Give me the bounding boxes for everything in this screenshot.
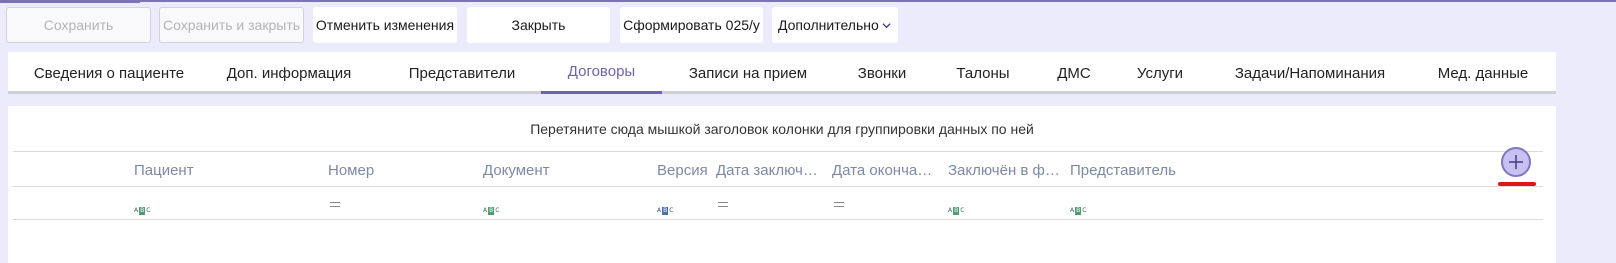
column-header-number[interactable]: Номер <box>328 154 478 186</box>
plus-icon <box>1509 155 1523 169</box>
filter-abc-icon[interactable]: ABC <box>948 199 964 215</box>
more-dropdown-label: Дополнительно <box>778 17 879 33</box>
save-button[interactable]: Сохранить <box>6 7 151 43</box>
column-header-concluded-in[interactable]: Заключён в ф… <box>948 154 1066 186</box>
column-header-conclusion-date[interactable]: Дата заключ… <box>716 154 828 186</box>
tab-bar: Сведения о пациенте Доп. информация Пред… <box>8 52 1556 94</box>
filter-abc-icon[interactable]: ABC <box>657 199 673 215</box>
window-top-accent <box>0 0 140 3</box>
column-header-end-date[interactable]: Дата оконча… <box>832 154 944 186</box>
window-top-border <box>0 0 1616 2</box>
filter-abc-icon[interactable]: ABC <box>1070 199 1086 215</box>
divider <box>13 151 1543 152</box>
form-025-button[interactable]: Сформировать 025/у <box>620 7 763 43</box>
column-header-patient[interactable]: Пациент <box>134 154 324 186</box>
tab-contracts[interactable]: Договоры <box>541 52 662 94</box>
tab-representatives[interactable]: Представители <box>388 52 536 94</box>
column-header-version[interactable]: Версия <box>657 154 713 186</box>
chevron-down-icon <box>882 23 891 29</box>
cancel-changes-button[interactable]: Отменить изменения <box>313 7 457 43</box>
tab-calls[interactable]: Звонки <box>838 52 926 94</box>
tab-appointments[interactable]: Записи на прием <box>668 52 828 94</box>
tab-patient-info[interactable]: Сведения о пациенте <box>18 52 200 94</box>
add-column-button[interactable] <box>1501 147 1531 177</box>
tab-coupons[interactable]: Талоны <box>943 52 1023 94</box>
filter-equals-icon[interactable] <box>834 199 844 209</box>
filter-abc-icon[interactable]: ABC <box>134 199 150 215</box>
save-and-close-button[interactable]: Сохранить и закрыть <box>159 7 304 43</box>
column-header-representative[interactable]: Представитель <box>1070 154 1270 186</box>
tab-services[interactable]: Услуги <box>1120 52 1200 94</box>
close-button[interactable]: Закрыть <box>467 7 610 43</box>
filter-equals-icon[interactable] <box>718 199 728 209</box>
filter-row-divider <box>13 219 1543 220</box>
tab-dms[interactable]: ДМС <box>1043 52 1105 94</box>
tab-additional-info[interactable]: Доп. информация <box>210 52 368 94</box>
contracts-grid: Перетяните сюда мышкой заголовок колонки… <box>8 106 1556 263</box>
tab-tasks[interactable]: Задачи/Напоминания <box>1220 52 1400 94</box>
column-header-document[interactable]: Документ <box>483 154 653 186</box>
more-dropdown[interactable]: Дополнительно <box>772 7 898 43</box>
tab-med-data[interactable]: Мед. данные <box>1428 52 1538 94</box>
filter-abc-icon[interactable]: ABC <box>483 199 499 215</box>
group-panel-hint[interactable]: Перетяните сюда мышкой заголовок колонки… <box>8 106 1556 152</box>
filter-equals-icon[interactable] <box>330 199 340 209</box>
header-divider <box>13 186 1543 187</box>
